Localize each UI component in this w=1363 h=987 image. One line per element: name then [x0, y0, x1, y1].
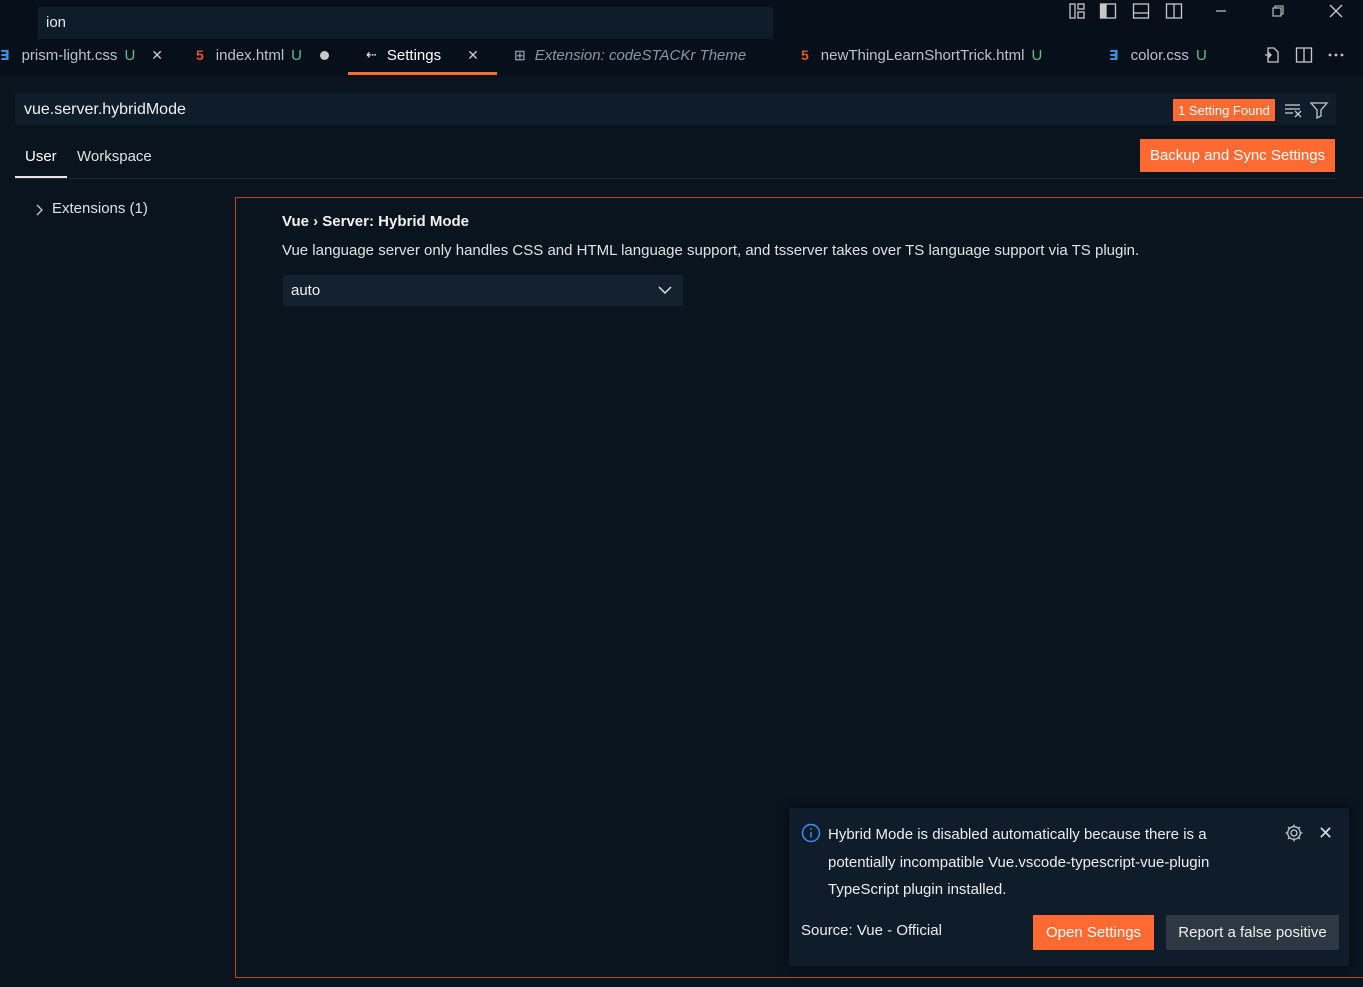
scope-tab-workspace[interactable]: Workspace — [77, 148, 152, 165]
notification-source: Source: Vue - Official — [801, 922, 942, 939]
toggle-primary-sidebar-icon[interactable] — [1097, 0, 1119, 22]
gear-icon[interactable] — [1283, 822, 1305, 844]
setting-title: Vue › Server: Hybrid Mode — [282, 213, 469, 230]
customize-layout-icon[interactable] — [1066, 0, 1088, 22]
tab-label: Settings — [386, 46, 442, 64]
untracked-badge: U — [1195, 46, 1207, 64]
tab-settings[interactable]: ⇠ Settings ✕ — [366, 40, 479, 70]
extension-icon: ⊞ — [514, 46, 526, 63]
tab-label: index.html — [215, 46, 285, 64]
open-settings-button[interactable]: Open Settings — [1033, 915, 1154, 950]
tab-label: prism-light.css — [21, 46, 118, 64]
toggle-secondary-sidebar-icon[interactable] — [1163, 0, 1185, 22]
close-tab-icon[interactable]: ✕ — [467, 47, 479, 64]
clear-filter-icon[interactable] — [1283, 99, 1305, 121]
scope-divider — [15, 178, 1336, 179]
tree-item-extensions[interactable]: Extensions (1) — [52, 200, 148, 217]
tab-label: color.css — [1130, 46, 1189, 64]
settings-search-input[interactable] — [15, 93, 1336, 125]
hybrid-mode-select[interactable] — [283, 275, 683, 306]
settings-icon: ⇠ — [366, 47, 377, 62]
html-file-icon: 5 — [196, 47, 204, 63]
close-window-icon[interactable] — [1325, 0, 1347, 22]
open-settings-json-icon[interactable] — [1261, 44, 1283, 66]
tab-prism-light-css[interactable]: ∃ prism-light.css U ✕ — [0, 40, 163, 70]
chevron-down-icon[interactable] — [655, 280, 675, 300]
settings-search-value: vue.server.hybridMode — [24, 101, 186, 118]
minimize-icon[interactable] — [1210, 0, 1232, 22]
close-tab-icon[interactable]: ✕ — [151, 47, 163, 64]
filter-icon[interactable] — [1308, 99, 1330, 121]
unsaved-dot-icon[interactable] — [320, 50, 330, 60]
css-file-icon: ∃ — [0, 46, 10, 63]
tab-color-css[interactable]: ∃ color.css U — [1109, 40, 1207, 70]
css-file-icon: ∃ — [1109, 46, 1119, 63]
toggle-panel-icon[interactable] — [1130, 0, 1152, 22]
split-editor-icon[interactable] — [1293, 44, 1315, 66]
more-actions-icon[interactable] — [1325, 44, 1347, 66]
setting-description: Vue language server only handles CSS and… — [282, 242, 1140, 259]
scope-tab-user[interactable]: User — [25, 148, 57, 165]
close-notification-icon[interactable]: ✕ — [1318, 823, 1333, 844]
hybrid-mode-select-value: auto — [291, 282, 321, 299]
tab-label: Extension: codeSTACKr Theme — [534, 46, 747, 64]
tab-label: newThingLearnShortTrick.html — [820, 46, 1025, 64]
untracked-badge: U — [291, 46, 303, 64]
html-file-icon: 5 — [801, 47, 809, 63]
untracked-badge: U — [1031, 46, 1043, 64]
tab-index-html[interactable]: 5 index.html U — [196, 40, 330, 70]
chevron-right-icon[interactable] — [33, 201, 45, 222]
backup-and-sync-button[interactable]: Backup and Sync Settings — [1140, 139, 1335, 172]
info-icon — [801, 823, 821, 843]
report-false-positive-button[interactable]: Report a false positive — [1166, 915, 1339, 950]
notification-message: Hybrid Mode is disabled automatically be… — [828, 826, 1210, 898]
active-tab-indicator — [348, 72, 497, 75]
restore-icon[interactable] — [1267, 0, 1289, 22]
settings-found-badge: 1 Setting Found — [1173, 99, 1275, 121]
command-center-input[interactable]: ion — [38, 7, 773, 39]
untracked-badge: U — [124, 46, 136, 64]
tab-extension-codestackr-theme[interactable]: ⊞ Extension: codeSTACKr Theme — [514, 40, 746, 70]
tab-new-thing-learn-short-trick-html[interactable]: 5 newThingLearnShortTrick.html U — [801, 40, 1042, 70]
